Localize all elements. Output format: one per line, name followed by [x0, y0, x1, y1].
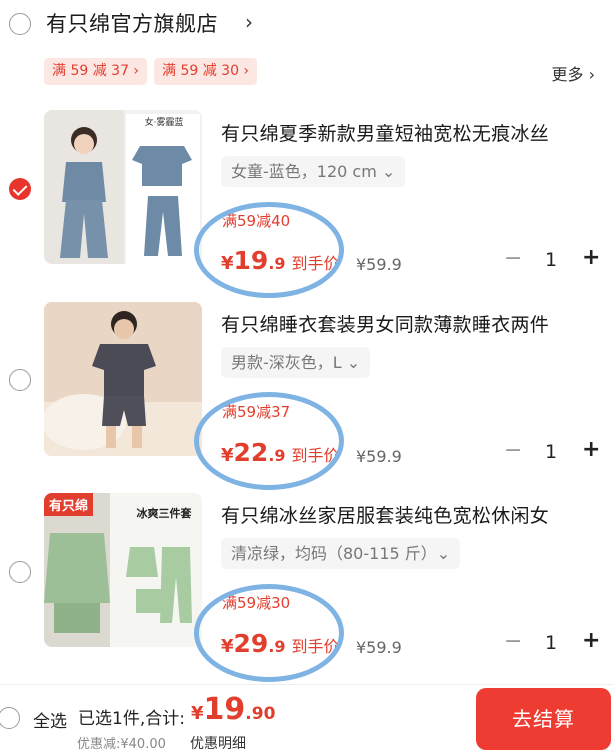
price-tag: 到手价 — [291, 446, 340, 465]
discount-amount: 优惠减:¥40.00 — [77, 737, 166, 752]
promo-text-3: 满59减30 — [222, 594, 291, 612]
total-price: ¥19.90 — [191, 692, 275, 727]
selected-summary: 已选1件,合计: — [78, 709, 185, 729]
thumb-label: 冰爽三件套 — [136, 507, 192, 520]
product-image-3[interactable]: 有只绵 冰爽三件套 — [44, 493, 202, 647]
product-title-2[interactable]: 有只绵睡衣套装男女同款薄款睡衣两件 — [221, 310, 549, 337]
final-price-1: ¥19.9 到手价 — [221, 246, 340, 275]
product-photo-mens-set — [44, 302, 202, 456]
quantity-2[interactable]: 1 — [545, 441, 557, 463]
chevron-right-icon[interactable]: › — [245, 10, 253, 34]
coupon-badge-30[interactable]: 满 59 减 30 › — [154, 58, 258, 85]
total-currency: ¥ — [191, 703, 204, 724]
shop-select-radio[interactable] — [9, 13, 31, 35]
product-title-3[interactable]: 有只绵冰丝家居服套装纯色宽松休闲女 — [221, 501, 549, 528]
select-all-radio[interactable] — [0, 707, 20, 729]
shop-name[interactable]: 有只绵官方旗舰店 — [46, 8, 218, 38]
final-price-3: ¥29.9 到手价 — [221, 629, 340, 658]
thumb-label: 女·雾霾蓝 — [144, 118, 184, 128]
thumb-brand-badge: 有只绵 — [44, 493, 94, 516]
sku-selector-3[interactable]: 清凉绿，均码（80-115 斤）⌄ — [221, 538, 461, 569]
price-currency: ¥ — [221, 253, 234, 274]
plus-button-2[interactable]: + — [582, 437, 600, 462]
footer-divider — [0, 684, 613, 685]
original-price-2: ¥59.9 — [356, 447, 402, 466]
price-decimal: .9 — [268, 637, 286, 656]
total-integer: 19 — [203, 692, 246, 727]
discount-detail-link[interactable]: 优惠明细 — [190, 733, 246, 753]
sku-selector-1[interactable]: 女童-蓝色，120 cm ⌄ — [221, 156, 406, 187]
item-select-radio-1[interactable] — [9, 178, 31, 200]
original-price-1: ¥59.9 — [356, 255, 402, 274]
price-decimal: .9 — [268, 254, 286, 273]
promo-text-2: 满59减37 — [222, 403, 291, 421]
product-title-1[interactable]: 有只绵夏季新款男童短袖宽松无痕冰丝 — [221, 119, 549, 146]
total-decimal: .90 — [245, 704, 276, 724]
sku-selector-2[interactable]: 男款-深灰色，L ⌄ — [221, 347, 371, 378]
price-integer: 22 — [233, 438, 269, 467]
final-price-2: ¥22.9 到手价 — [221, 438, 340, 467]
plus-button-1[interactable]: + — [582, 245, 600, 270]
quantity-1[interactable]: 1 — [545, 249, 557, 271]
promo-text-1: 满59减40 — [222, 212, 291, 230]
price-currency: ¥ — [221, 445, 234, 466]
price-integer: 29 — [233, 629, 269, 658]
plus-button-3[interactable]: + — [582, 628, 600, 653]
minus-button-1[interactable]: − — [504, 246, 522, 271]
quantity-3[interactable]: 1 — [545, 632, 557, 654]
price-tag: 到手价 — [291, 254, 340, 273]
item-select-radio-2[interactable] — [9, 369, 31, 391]
minus-button-2[interactable]: − — [504, 438, 522, 463]
select-all-label[interactable]: 全选 — [33, 707, 67, 732]
minus-button-3[interactable]: − — [504, 629, 522, 654]
item-select-radio-3[interactable] — [9, 561, 31, 583]
checkout-button[interactable]: 去结算 — [476, 688, 611, 750]
product-image-1[interactable]: 女·雾霾蓝 — [44, 110, 202, 264]
price-currency: ¥ — [221, 636, 234, 657]
original-price-3: ¥59.9 — [356, 638, 402, 657]
price-decimal: .9 — [268, 446, 286, 465]
coupon-badge-37[interactable]: 满 59 减 37 › — [44, 58, 148, 85]
more-coupons-link[interactable]: 更多 › — [552, 61, 596, 85]
product-image-2[interactable] — [44, 302, 202, 456]
product-photo-kids-set — [44, 110, 200, 264]
price-integer: 19 — [233, 246, 269, 275]
price-tag: 到手价 — [291, 637, 340, 656]
